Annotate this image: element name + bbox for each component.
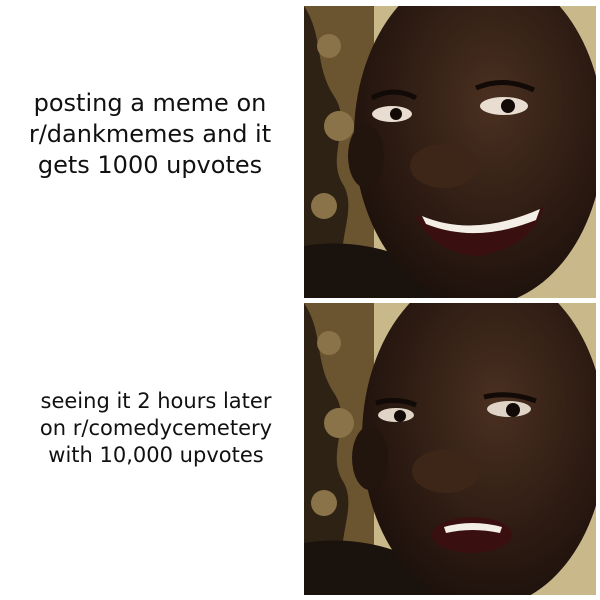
caption-bottom: seeing it 2 hours later on r/comedycemet… <box>6 388 306 469</box>
disappointed-man-photo <box>304 303 596 595</box>
smiling-man-photo <box>304 6 596 298</box>
caption-line: gets 1000 upvotes <box>37 151 263 179</box>
caption-line: posting a meme on <box>33 89 267 117</box>
disappointed-face-illustration <box>304 303 596 595</box>
caption-top: posting a meme on r/dankmemes and it get… <box>0 88 300 181</box>
meme-image: posting a meme on r/dankmemes and it get… <box>0 0 600 600</box>
smiling-face-illustration <box>304 6 596 298</box>
caption-line: with 10,000 upvotes <box>48 443 264 467</box>
caption-line: seeing it 2 hours later <box>40 389 272 413</box>
caption-line: on r/comedycemetery <box>39 416 273 440</box>
caption-line: r/dankmemes and it <box>28 120 272 148</box>
